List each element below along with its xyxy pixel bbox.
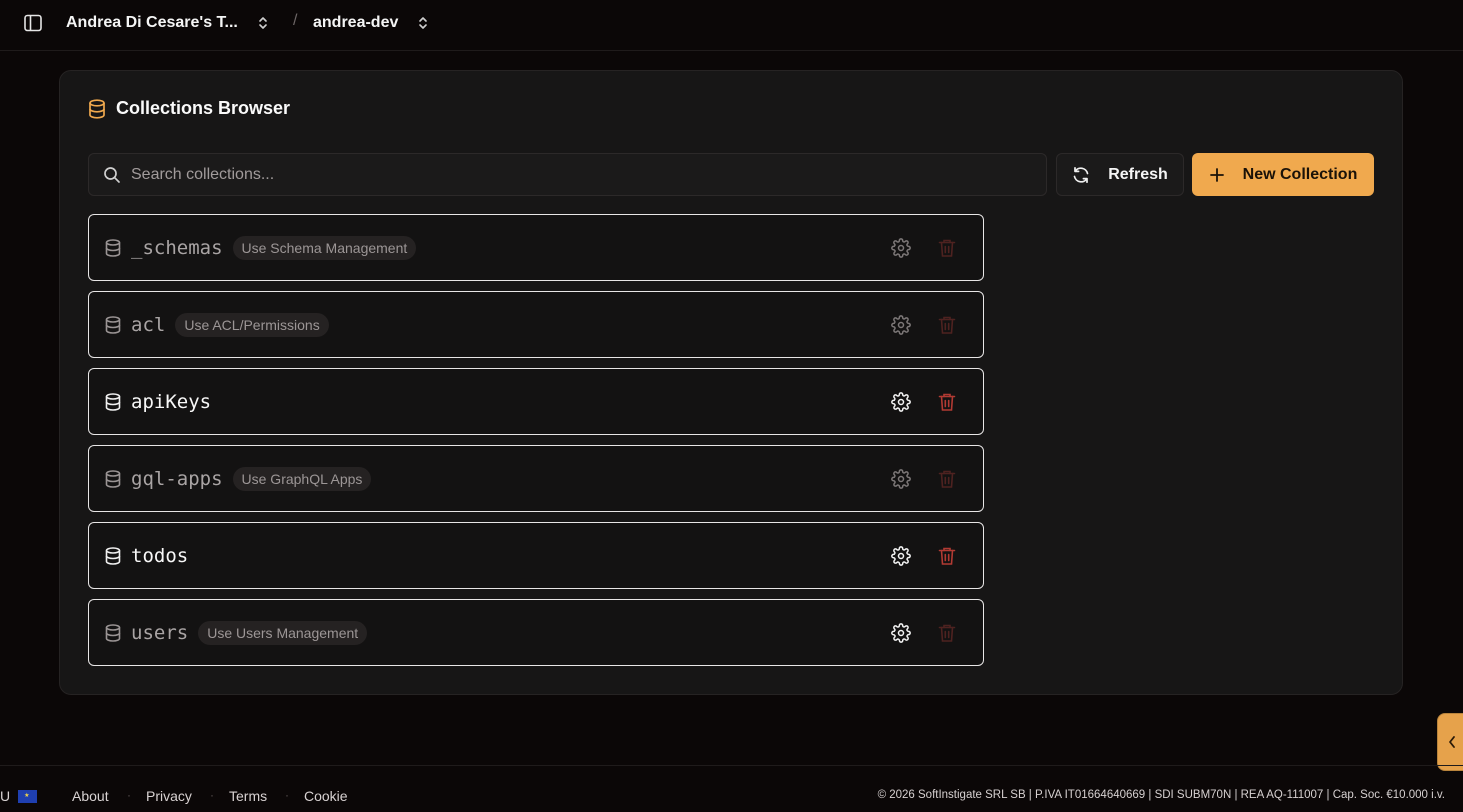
refresh-icon bbox=[1073, 166, 1089, 183]
search-box[interactable] bbox=[88, 153, 1047, 196]
search-input[interactable] bbox=[131, 165, 1011, 184]
collection-badge: Use Users Management bbox=[198, 620, 368, 645]
chevron-up-down-icon bbox=[259, 17, 267, 29]
team-switcher[interactable]: Andrea Di Cesare's T... bbox=[66, 0, 268, 46]
footer-separator: · bbox=[285, 788, 289, 802]
settings-gear-icon[interactable] bbox=[891, 392, 911, 412]
database-icon bbox=[89, 98, 105, 119]
footer-separator: · bbox=[127, 788, 131, 802]
legal-notice: © 2026 SoftInstigate SRL SB | P.IVA IT01… bbox=[877, 789, 1445, 801]
project-label: andrea-dev bbox=[313, 14, 399, 31]
refresh-button[interactable]: Refresh bbox=[1056, 153, 1184, 196]
breadcrumb-separator: / bbox=[293, 12, 298, 29]
trash-icon[interactable] bbox=[938, 238, 956, 258]
database-icon bbox=[105, 469, 121, 488]
top-bar: Andrea Di Cesare's T... / andrea-dev bbox=[0, 0, 1463, 51]
collections-list: _schemas Use Schema Management acl Use A… bbox=[88, 214, 984, 676]
refresh-label: Refresh bbox=[1108, 165, 1168, 183]
new-collection-button[interactable]: New Collection bbox=[1192, 153, 1374, 196]
collection-name: users bbox=[131, 621, 189, 644]
plus-icon bbox=[1209, 167, 1224, 182]
collection-name: _schemas bbox=[131, 236, 223, 259]
database-icon bbox=[105, 546, 121, 565]
cookie-link[interactable]: Cookie bbox=[304, 788, 348, 804]
eu-flag-icon bbox=[18, 789, 38, 803]
settings-gear-icon[interactable] bbox=[891, 238, 911, 258]
trash-icon[interactable] bbox=[938, 392, 956, 412]
database-icon bbox=[105, 392, 121, 411]
collection-row-todos[interactable]: todos bbox=[88, 522, 984, 589]
chevron-up-down-icon bbox=[419, 17, 428, 29]
database-icon bbox=[105, 623, 121, 642]
new-collection-label: New Collection bbox=[1242, 165, 1358, 183]
collection-name: acl bbox=[131, 313, 166, 336]
database-icon bbox=[105, 315, 121, 334]
language-label: U bbox=[0, 788, 11, 804]
collection-name: todos bbox=[131, 544, 189, 567]
settings-gear-icon[interactable] bbox=[891, 546, 911, 566]
collection-row-apikeys[interactable]: apiKeys bbox=[88, 368, 984, 435]
collection-badge: Use Schema Management bbox=[232, 235, 417, 260]
collection-row-gql-apps[interactable]: gql-apps Use GraphQL Apps bbox=[88, 445, 984, 512]
privacy-link[interactable]: Privacy bbox=[146, 788, 192, 804]
settings-gear-icon[interactable] bbox=[891, 469, 911, 489]
project-switcher[interactable]: andrea-dev bbox=[313, 0, 428, 46]
page-title: Collections Browser bbox=[116, 98, 291, 118]
collection-row-users[interactable]: users Use Users Management bbox=[88, 599, 984, 666]
collection-name: apiKeys bbox=[131, 390, 212, 413]
settings-gear-icon[interactable] bbox=[891, 623, 911, 643]
about-link[interactable]: About bbox=[72, 788, 109, 804]
collection-badge: Use GraphQL Apps bbox=[232, 466, 372, 491]
collection-row-acl[interactable]: acl Use ACL/Permissions bbox=[88, 291, 984, 358]
search-icon bbox=[104, 166, 120, 183]
collection-name: gql-apps bbox=[131, 467, 223, 490]
trash-icon[interactable] bbox=[938, 469, 956, 489]
footer: U About · Privacy · Terms · Cookie © 202… bbox=[0, 765, 1463, 812]
trash-icon[interactable] bbox=[938, 623, 956, 643]
card-title: Collections Browser bbox=[88, 98, 290, 119]
sidebar-toggle-icon[interactable] bbox=[24, 14, 42, 32]
team-label: Andrea Di Cesare's T... bbox=[66, 14, 238, 31]
collection-row-schemas[interactable]: _schemas Use Schema Management bbox=[88, 214, 984, 281]
language-selector[interactable]: U bbox=[0, 788, 38, 804]
collection-badge: Use ACL/Permissions bbox=[175, 312, 329, 337]
trash-icon[interactable] bbox=[938, 546, 956, 566]
database-icon bbox=[105, 238, 121, 257]
settings-gear-icon[interactable] bbox=[891, 315, 911, 335]
trash-icon[interactable] bbox=[938, 315, 956, 335]
side-panel-toggle[interactable] bbox=[1437, 713, 1463, 771]
collections-browser-card: Collections Browser Refresh New Collecti… bbox=[59, 70, 1403, 695]
chevron-left-icon bbox=[1449, 736, 1455, 748]
footer-separator: · bbox=[210, 788, 214, 802]
terms-link[interactable]: Terms bbox=[229, 788, 267, 804]
